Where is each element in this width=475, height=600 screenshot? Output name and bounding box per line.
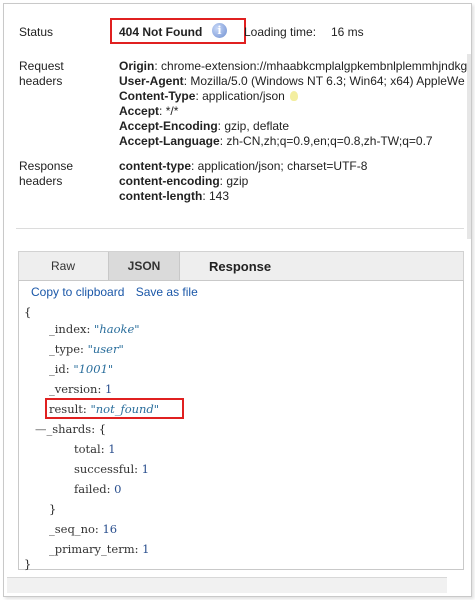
- json-key: successful: [74, 462, 135, 476]
- json-key: _primary_term: [49, 542, 135, 556]
- json-value: 1: [141, 462, 149, 476]
- json-key: _id: [49, 362, 66, 376]
- request-header-row: Accept-Language: zh-CN,zh;q=0.9,en;q=0.8…: [119, 134, 433, 148]
- header-value: gzip, deflate: [224, 119, 290, 133]
- json-field-seq-no: _seq_no: 16: [49, 522, 118, 536]
- response-header-row: content-encoding: gzip: [119, 174, 249, 188]
- json-field-successful: successful: 1: [74, 462, 149, 476]
- json-value: 0: [114, 482, 122, 496]
- lightbulb-icon: [289, 91, 298, 101]
- status-value: 404 Not Found: [119, 25, 203, 39]
- json-field-failed: failed: 0: [74, 482, 122, 496]
- horizontal-scrollbar[interactable]: [7, 577, 447, 593]
- json-key: failed: [74, 482, 107, 496]
- response-headers-label-line2: headers: [19, 174, 63, 188]
- json-value: "haoke": [94, 322, 140, 336]
- request-header-row: Accept: */*: [119, 104, 179, 118]
- json-value: 1: [142, 542, 150, 556]
- header-name: Accept: [119, 104, 160, 118]
- header-value: application/json; charset=UTF-8: [197, 159, 368, 173]
- json-value: "user": [87, 342, 124, 356]
- header-name: content-length: [119, 189, 203, 203]
- section-divider: [16, 228, 464, 229]
- response-tab-bar: Raw JSON Response: [18, 251, 464, 281]
- header-value: 143: [209, 189, 230, 203]
- json-key: _shards: [46, 422, 92, 436]
- request-header-row: User-Agent: Mozilla/5.0 (Windows NT 6.3;…: [119, 74, 465, 88]
- header-name: content-type: [119, 159, 191, 173]
- response-headers-label: Response headers: [19, 159, 73, 189]
- vertical-scrollbar[interactable]: [467, 54, 471, 239]
- response-heading: Response: [209, 259, 272, 274]
- request-headers-label-line2: headers: [19, 74, 63, 88]
- json-field-total: total: 1: [74, 442, 116, 456]
- json-key: _version: [49, 382, 98, 396]
- request-header-row: Origin: chrome-extension://mhaabkcmplalg…: [119, 59, 468, 73]
- json-field-index: _index: "haoke": [49, 322, 140, 336]
- request-headers-label-line1: Request: [19, 59, 64, 73]
- json-value: 16: [102, 522, 118, 536]
- response-header-row: content-length: 143: [119, 189, 230, 203]
- json-key: _type: [49, 342, 81, 356]
- json-field-id: _id: "1001": [49, 362, 114, 376]
- response-header-row: content-type: application/json; charset=…: [119, 159, 368, 173]
- header-value: Mozilla/5.0 (Windows NT 6.3; Win64; x64)…: [190, 74, 465, 88]
- json-open-brace: {: [24, 305, 32, 319]
- json-close-brace: }: [24, 557, 32, 571]
- header-value: chrome-extension://mhaabkcmplalgpkembnlp…: [161, 59, 468, 73]
- header-name: Content-Type: [119, 89, 196, 103]
- request-header-row: Accept-Encoding: gzip, deflate: [119, 119, 290, 133]
- header-value: */*: [165, 104, 179, 118]
- json-key: _seq_no: [49, 522, 95, 536]
- json-viewer: { _index: "haoke" _type: "user" _id: "10…: [19, 281, 463, 571]
- header-value: zh-CN,zh;q=0.9,en;q=0.8,zh-TW;q=0.7: [226, 134, 433, 148]
- json-key: total: [74, 442, 101, 456]
- header-name: Origin: [119, 59, 155, 73]
- json-field-result: result: "not_found": [49, 402, 160, 416]
- json-field-shards: —_shards: {: [35, 422, 107, 436]
- json-field-primary-term: _primary_term: 1: [49, 542, 150, 556]
- header-name: Accept-Encoding: [119, 119, 218, 133]
- header-value: application/json: [202, 89, 285, 103]
- json-key: result: [49, 402, 83, 416]
- json-value: "1001": [73, 362, 114, 376]
- loading-time-value: 16 ms: [331, 25, 364, 39]
- json-value: 1: [105, 382, 113, 396]
- json-value: 1: [108, 442, 116, 456]
- collapse-toggle-icon[interactable]: —: [35, 422, 47, 436]
- request-headers-list: Origin: chrome-extension://mhaabkcmplalg…: [119, 59, 467, 149]
- header-name: User-Agent: [119, 74, 184, 88]
- header-name: content-encoding: [119, 174, 220, 188]
- header-value: gzip: [226, 174, 249, 188]
- tab-json[interactable]: JSON: [108, 252, 180, 281]
- rest-client-panel: Status 404 Not Found i Loading time: 16 …: [3, 3, 472, 597]
- request-headers-label: Request headers: [19, 59, 64, 89]
- loading-time-label: Loading time:: [244, 25, 317, 39]
- info-icon[interactable]: i: [212, 23, 227, 38]
- response-headers-list: content-type: application/json; charset=…: [119, 159, 367, 204]
- response-headers-label-line1: Response: [19, 159, 74, 173]
- json-open-brace: {: [98, 422, 107, 436]
- tab-raw[interactable]: Raw: [19, 252, 107, 281]
- header-name: Accept-Language: [119, 134, 220, 148]
- response-body-panel: Copy to clipboard Save as file { _index:…: [18, 280, 464, 571]
- json-value: "not_found": [90, 402, 160, 416]
- json-close-brace: }: [49, 502, 57, 516]
- status-label: Status: [19, 25, 54, 39]
- json-key: _index: [49, 322, 87, 336]
- request-header-row: Content-Type: application/json: [119, 89, 467, 104]
- json-field-type: _type: "user": [49, 342, 124, 356]
- json-field-version: _version: 1: [49, 382, 113, 396]
